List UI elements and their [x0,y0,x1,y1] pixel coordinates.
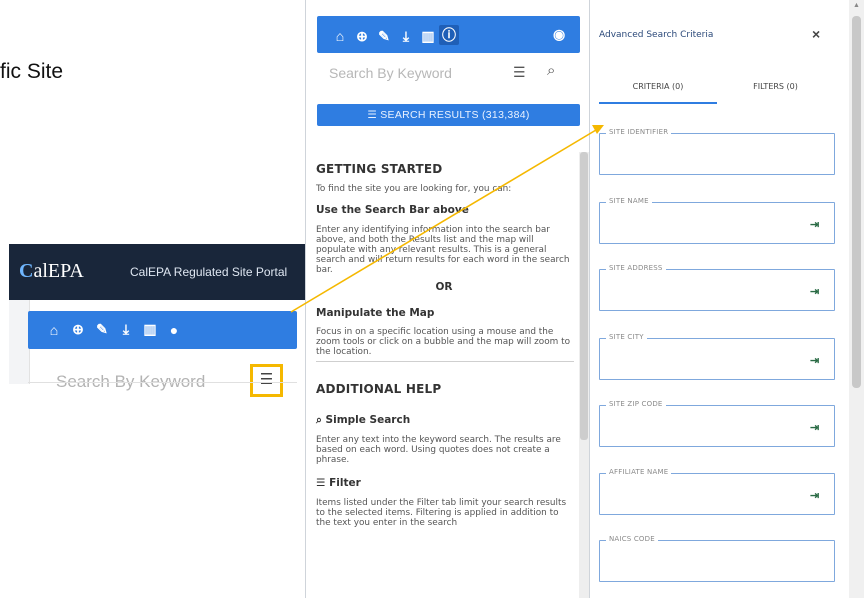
manipulate-map-text: Focus in on a specific location using a … [316,327,571,357]
site-identifier-field[interactable]: SITE IDENTIFIER [599,128,835,175]
criteria-tabs: CRITERIA (0) FILTERS (0) [599,80,834,104]
manipulate-map-heading: Manipulate the Map [316,307,435,319]
search-results-button[interactable]: ☰ SEARCH RESULTS (313,384) [317,104,580,126]
inset-divider [28,382,297,383]
crosshair-icon[interactable]: ⊕ [351,28,373,45]
site-city-field[interactable]: SITE CITY ⇥ [599,333,835,380]
filter-sliders-icon: ☰ [316,477,330,489]
intro-text: To find the site you are looking for, yo… [316,184,512,194]
search-icon[interactable]: ⌕ [547,62,555,79]
tab-filters[interactable]: FILTERS (0) [717,80,834,104]
inset-header: CalEPA CalEPA Regulated Site Portal [9,244,306,300]
advanced-panel-scrollbar[interactable]: ▲ [849,0,864,598]
field-action-icon[interactable]: ⇥ [810,354,819,367]
info-icon[interactable]: ⓘ [439,25,459,45]
portal-title: CalEPA Regulated Site Portal [130,265,288,279]
or-text: OR [435,281,453,293]
download-icon[interactable]: ⤓ [114,321,138,338]
inset-toolbar: ⌂ ⊕ ✎ ⤓ ▥ ● [28,311,297,349]
search-bar[interactable]: Search By Keyword ☰ ⌕ [317,58,580,90]
scroll-up-icon[interactable]: ▲ [853,2,860,9]
download-icon[interactable]: ⤓ [395,28,417,45]
additional-help-heading: ADDITIONAL HELP [316,382,442,396]
use-search-text: Enter any identifying information into t… [316,225,570,275]
help-content: GETTING STARTED To find the site you are… [316,162,574,528]
inset-filter-icon[interactable]: ☰ [250,364,283,397]
scrollbar-thumb[interactable] [852,16,861,388]
info-icon[interactable]: ● [162,322,186,338]
advanced-search-title: Advanced Search Criteria [599,30,714,40]
simple-search-text: Enter any text into the keyword search. … [316,435,561,465]
scrollbar-thumb[interactable] [580,152,588,440]
calepa-logo: CalEPA [19,260,84,282]
simple-search-heading: ⌕ Simple Search [316,414,411,426]
site-name-field[interactable]: SITE NAME ⇥ [599,197,835,244]
search-panel: ⌂ ⊕ ✎ ⤓ ▥ ⓘ ◉ Search By Keyword ☰ ⌕ ☰ SE… [305,0,590,598]
home-icon[interactable]: ⌂ [329,28,351,44]
eye-icon[interactable]: ◉ [553,26,565,43]
slide-text: fic Site [0,60,64,83]
field-action-icon[interactable]: ⇥ [810,218,819,231]
help-divider [316,361,574,362]
close-icon[interactable]: × [812,26,820,42]
search-icon: ⌕ [316,414,326,426]
filter-text: Items listed under the Filter tab limit … [316,498,567,528]
use-search-heading: Use the Search Bar above [316,204,469,216]
field-action-icon[interactable]: ⇥ [810,489,819,502]
home-icon[interactable]: ⌂ [42,322,66,338]
ruler-icon[interactable]: ✎ [373,28,395,45]
getting-started-heading: GETTING STARTED [316,162,443,176]
site-zip-code-field[interactable]: SITE ZIP CODE ⇥ [599,400,835,447]
advanced-search-panel: Advanced Search Criteria × CRITERIA (0) … [591,0,849,598]
map-icon[interactable]: ▥ [417,28,439,45]
filter-sliders-icon[interactable]: ☰ [513,64,526,81]
crosshair-icon[interactable]: ⊕ [66,321,90,338]
search-input[interactable]: Search By Keyword [329,65,452,81]
site-address-field[interactable]: SITE ADDRESS ⇥ [599,264,835,311]
field-action-icon[interactable]: ⇥ [810,421,819,434]
ruler-icon[interactable]: ✎ [90,321,114,338]
panel-scrollbar[interactable] [579,152,589,598]
naics-code-field[interactable]: NAICS CODE [599,535,835,582]
map-toolbar: ⌂ ⊕ ✎ ⤓ ▥ ⓘ ◉ [317,16,580,53]
affiliate-name-field[interactable]: AFFILIATE NAME ⇥ [599,468,835,515]
field-action-icon[interactable]: ⇥ [810,285,819,298]
filter-heading: ☰ Filter [316,477,361,489]
tab-criteria[interactable]: CRITERIA (0) [599,80,717,104]
map-icon[interactable]: ▥ [138,321,162,338]
